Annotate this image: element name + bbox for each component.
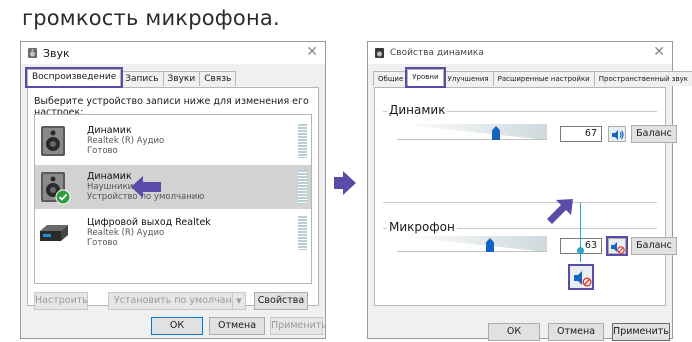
slider-fill: [397, 236, 547, 252]
speaker-icon: [39, 125, 67, 157]
device-driver: Наушники: [87, 182, 134, 192]
tab-spatial-sound[interactable]: Пространственный звук: [593, 71, 692, 86]
tab-advanced[interactable]: Расширенные настройки: [492, 71, 595, 86]
group-divider: [383, 202, 657, 203]
slider-track: [397, 139, 547, 140]
properties-tabs: Общие Уровни Улучшения Расширенные настр…: [373, 67, 692, 88]
ok-button[interactable]: ОК: [488, 323, 540, 341]
device-name: Динамик: [87, 125, 132, 136]
microphone-level-label: Микрофон: [387, 220, 457, 234]
device-driver: Realtek (R) Аудио: [87, 228, 165, 238]
device-name: Динамик: [87, 171, 132, 182]
properties-title: Свойства динамика: [390, 48, 484, 58]
tab-general[interactable]: Общие: [373, 71, 409, 86]
speaker-balance-button[interactable]: Баланс: [631, 125, 677, 143]
playback-panel: Выберите устройство записи ниже для изме…: [27, 87, 319, 310]
microphone-volume-slider[interactable]: [397, 236, 547, 252]
digital-output-icon: [39, 217, 68, 249]
muted-volume-icon: [572, 269, 592, 291]
cancel-button[interactable]: Отмена: [209, 317, 265, 335]
speaker-mute-button[interactable]: [608, 126, 626, 142]
close-icon[interactable]: ✕: [306, 44, 318, 60]
pointer-arrow-icon: [545, 199, 573, 233]
configure-button[interactable]: Настроить: [34, 292, 88, 310]
speaker-volume-value[interactable]: 67: [560, 126, 602, 142]
device-status: Готово: [87, 146, 118, 156]
sound-dialog-title: Звук: [43, 46, 70, 60]
sound-dialog: Звук ✕ Воспроизведение Запись Звуки Связ…: [20, 41, 327, 339]
speaker-level-label: Динамик: [387, 103, 448, 117]
speaker-volume-slider[interactable]: [397, 124, 547, 140]
set-default-dropdown[interactable]: ▼: [232, 292, 246, 310]
device-item[interactable]: Цифровой выход Realtek Realtek (R) Аудио…: [35, 211, 311, 255]
device-name: Цифровой выход Realtek: [87, 217, 211, 228]
device-item-selected[interactable]: Динамик Наушники Устройство по умолчанию: [35, 165, 311, 209]
tab-levels[interactable]: Уровни: [405, 67, 446, 88]
levels-panel: Динамик 67 Баланс Микрофон 63 Баланс: [374, 87, 677, 306]
sound-tabs: Воспроизведение Запись Звуки Связь: [24, 67, 237, 88]
apply-button[interactable]: Применить: [270, 317, 327, 335]
microphone-mute-button[interactable]: [606, 236, 628, 256]
tab-enhancements[interactable]: Улучшения: [442, 71, 494, 86]
level-meter: [298, 170, 307, 204]
close-icon[interactable]: ✕: [653, 44, 665, 60]
tab-recording[interactable]: Запись: [120, 71, 164, 86]
muted-volume-zoom: [568, 264, 594, 290]
level-meter: [298, 124, 307, 158]
apply-button[interactable]: Применить: [612, 323, 670, 341]
properties-button[interactable]: Свойства: [254, 292, 308, 310]
ok-button[interactable]: ОК: [151, 317, 203, 335]
tab-sounds[interactable]: Звуки: [162, 71, 201, 86]
device-item[interactable]: Динамик Realtek (R) Аудио Готово: [35, 119, 311, 163]
pointer-arrow-icon: [131, 176, 161, 202]
set-default-button[interactable]: Установить по умолчанию: [108, 292, 246, 310]
chevron-down-icon: ▼: [236, 297, 242, 305]
muted-volume-icon: [609, 239, 625, 258]
speaker-properties-dialog: Свойства динамика ✕ Общие Уровни Улучшен…: [367, 41, 692, 341]
device-driver: Realtek (R) Аудио: [87, 136, 165, 146]
level-meter: [298, 216, 307, 250]
slider-fill: [397, 124, 547, 140]
speaker-icon: [374, 47, 385, 59]
pointer-arrow-icon: [334, 171, 356, 199]
tab-playback[interactable]: Воспроизведение: [24, 67, 124, 88]
slider-track: [397, 251, 547, 252]
device-status: Готово: [87, 238, 118, 248]
properties-titlebar: Свойства динамика ✕: [368, 42, 672, 64]
speaker-icon: [39, 171, 71, 205]
callout-dot: [577, 247, 584, 254]
page-heading: громкость микрофона.: [22, 6, 280, 30]
device-list: Динамик Realtek (R) Аудио Готово Динамик…: [34, 114, 312, 284]
speaker-icon: [27, 47, 38, 59]
volume-icon: [609, 127, 625, 146]
tab-communications[interactable]: Связь: [199, 71, 237, 86]
set-default-label: Установить по умолчанию: [114, 295, 246, 306]
sound-dialog-titlebar: Звук ✕: [21, 42, 325, 64]
cancel-button[interactable]: Отмена: [548, 323, 604, 341]
microphone-balance-button[interactable]: Баланс: [631, 237, 677, 255]
